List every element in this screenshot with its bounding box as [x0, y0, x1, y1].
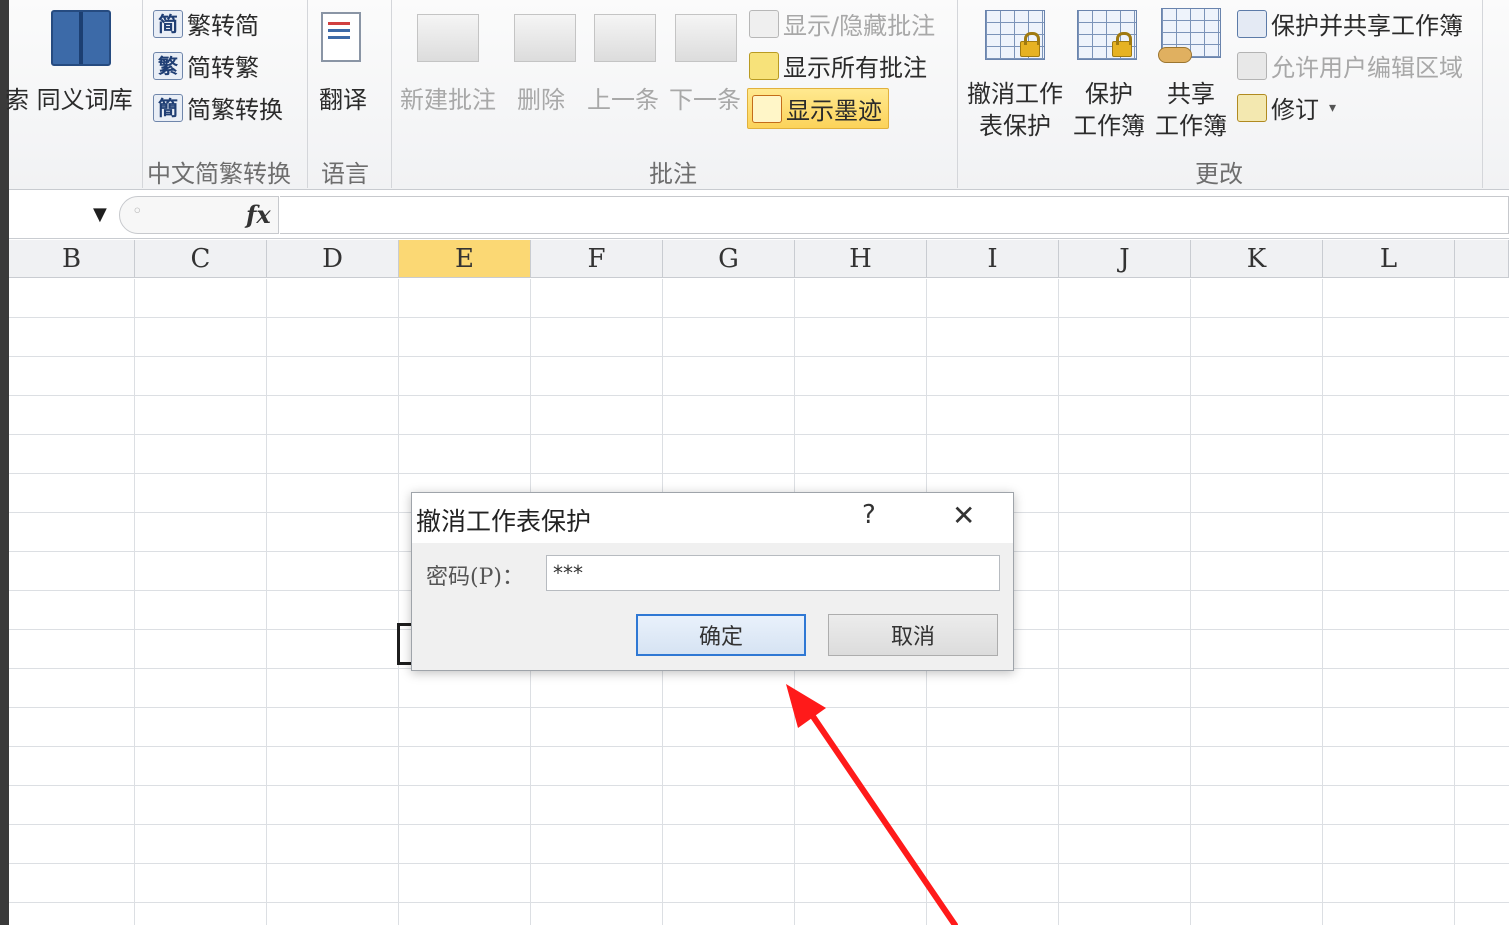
to-traditional-button[interactable]: 繁 简转繁: [153, 48, 259, 83]
show-hide-comment-icon: [749, 9, 779, 38]
unprotect-sheet-label-1: 撤消工作: [967, 80, 1063, 108]
allow-edit-icon: [1237, 51, 1267, 80]
protect-share-label: 保护并共享工作簿: [1271, 12, 1463, 40]
ok-button[interactable]: 确定: [636, 614, 806, 656]
column-header-g[interactable]: G: [663, 240, 795, 278]
translate-icon: [321, 12, 361, 62]
help-icon[interactable]: ?: [862, 500, 876, 530]
previous-comment-icon: [594, 14, 656, 62]
left-window-edge: [0, 0, 9, 925]
grid-vline: [1058, 279, 1059, 925]
show-hide-comment-button[interactable]: 显示/隐藏批注: [749, 6, 935, 41]
column-header-l[interactable]: L: [1323, 240, 1455, 278]
formula-input[interactable]: [280, 196, 1509, 234]
share-workbook-label-1: 共享: [1167, 80, 1215, 108]
group-label-chinese: 中文简繁转换: [147, 160, 291, 188]
new-comment-button[interactable]: 新建批注: [400, 80, 496, 115]
share-workbook-label-2: 工作簿: [1155, 112, 1227, 140]
thesaurus-label: 同义词库: [36, 86, 133, 114]
grid-vline: [398, 279, 399, 925]
group-label-comments: 批注: [649, 160, 697, 188]
unprotect-sheet-dialog: 撤消工作表保护 ? ✕ 密码(P)： *** 确定 取消: [411, 492, 1014, 671]
previous-comment-button[interactable]: 上一条: [587, 80, 659, 115]
column-header-h[interactable]: H: [795, 240, 927, 278]
track-changes-button[interactable]: 修订 ▾: [1237, 90, 1336, 125]
thesaurus-label-partial: 索: [5, 86, 29, 114]
next-comment-button[interactable]: 下一条: [669, 80, 741, 115]
password-input[interactable]: ***: [546, 555, 1000, 591]
grid-vline: [266, 279, 267, 925]
grid-vline: [1322, 279, 1323, 925]
show-hide-comment-label: 显示/隐藏批注: [783, 12, 936, 40]
delete-comment-icon: [514, 14, 576, 62]
group-label-changes: 更改: [1195, 160, 1243, 188]
show-all-comments-button[interactable]: 显示所有批注: [749, 48, 927, 83]
protect-workbook-label-2: 工作簿: [1073, 112, 1145, 140]
formula-bar: ▼ ◦ fx: [9, 191, 1509, 239]
convert-chinese-button[interactable]: 簡 简繁转换: [153, 90, 283, 125]
formula-controls: ◦ fx: [119, 196, 279, 234]
protect-workbook-button[interactable]: 保护 工作簿: [1073, 78, 1145, 142]
show-all-comments-icon: [749, 51, 779, 80]
track-changes-icon: [1237, 93, 1267, 122]
convert-chinese-icon: 簡: [153, 93, 183, 122]
convert-chinese-label: 简繁转换: [187, 96, 283, 124]
column-header-d[interactable]: D: [267, 240, 399, 278]
column-header-k[interactable]: K: [1191, 240, 1323, 278]
allow-edit-ranges-button[interactable]: 允许用户编辑区域: [1237, 48, 1463, 83]
column-header-c[interactable]: C: [135, 240, 267, 278]
to-traditional-icon: 繁: [153, 51, 183, 80]
allow-edit-label: 允许用户编辑区域: [1271, 54, 1463, 82]
share-workbook-button[interactable]: 共享 工作簿: [1155, 78, 1227, 142]
review-ribbon: 索 同义词库 简 繁转简 繁 简转繁 簡 简繁转换 中文简繁转换 翻译 语言 新…: [5, 0, 1509, 190]
protect-workbook-label-1: 保护: [1085, 80, 1133, 108]
share-workbook-icon: [1158, 8, 1221, 63]
column-header-overflow: [1455, 240, 1509, 278]
cancel-button[interactable]: 取消: [828, 614, 998, 656]
show-all-comments-label: 显示所有批注: [783, 54, 927, 82]
to-simplified-button[interactable]: 简 繁转简: [153, 6, 259, 41]
column-header-b[interactable]: B: [9, 240, 135, 278]
expand-handle-icon[interactable]: ◦: [132, 201, 143, 222]
show-ink-button[interactable]: 显示墨迹: [747, 88, 889, 129]
new-comment-icon: [417, 14, 479, 62]
name-box-dropdown-icon[interactable]: ▼: [93, 204, 107, 225]
column-header-j[interactable]: J: [1059, 240, 1191, 278]
column-header-e[interactable]: E: [399, 240, 531, 278]
close-icon[interactable]: ✕: [952, 499, 975, 532]
column-header-i[interactable]: I: [927, 240, 1059, 278]
grid-vline: [134, 279, 135, 925]
protect-share-workbook-button[interactable]: 保护并共享工作簿: [1237, 6, 1463, 41]
unprotect-sheet-icon: [985, 10, 1045, 60]
to-simplified-icon: 简: [153, 9, 183, 38]
ink-icon: [752, 94, 782, 123]
protect-workbook-icon: [1077, 10, 1137, 60]
insert-function-button[interactable]: fx: [246, 200, 271, 229]
grid-vline: [1454, 279, 1455, 925]
track-changes-label: 修订: [1271, 96, 1319, 124]
protect-share-icon: [1237, 9, 1267, 38]
delete-comment-button[interactable]: 删除: [517, 80, 565, 115]
unprotect-sheet-button[interactable]: 撤消工作 表保护: [967, 78, 1063, 142]
thesaurus-icon: [51, 10, 111, 66]
thesaurus-button[interactable]: 索 同义词库: [5, 80, 133, 115]
group-label-language: 语言: [321, 160, 369, 188]
translate-button[interactable]: 翻译: [319, 80, 367, 115]
show-ink-label: 显示墨迹: [786, 97, 882, 125]
column-header-f[interactable]: F: [531, 240, 663, 278]
dialog-titlebar: 撤消工作表保护 ? ✕: [412, 493, 1013, 543]
dialog-title: 撤消工作表保护: [416, 507, 592, 536]
grid-vline: [1190, 279, 1191, 925]
chevron-down-icon: ▾: [1329, 99, 1337, 116]
to-simplified-label: 繁转简: [187, 12, 259, 40]
to-traditional-label: 简转繁: [187, 54, 259, 82]
unprotect-sheet-label-2: 表保护: [979, 112, 1051, 140]
password-label: 密码(P)：: [426, 565, 524, 590]
next-comment-icon: [675, 14, 737, 62]
